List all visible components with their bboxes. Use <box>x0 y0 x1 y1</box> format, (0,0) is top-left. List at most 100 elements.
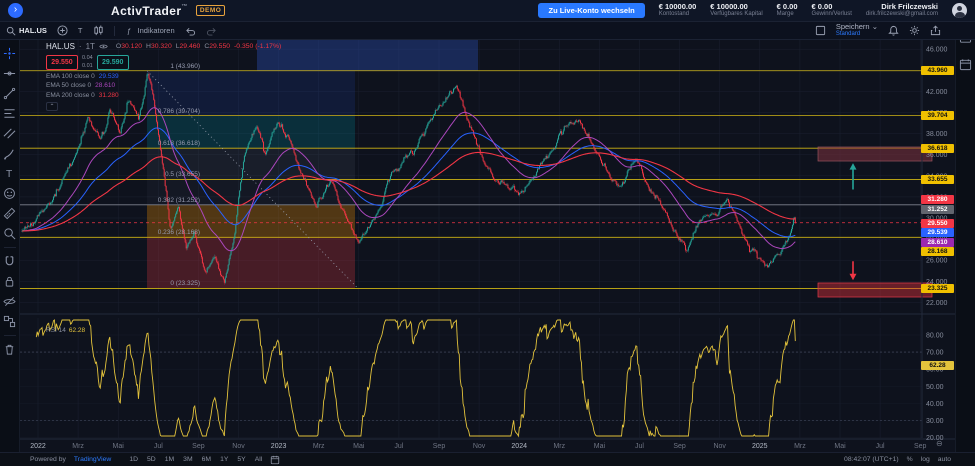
timeframe-button[interactable]: T <box>78 26 83 35</box>
svg-text:30.00: 30.00 <box>926 418 944 425</box>
settings-gear-icon[interactable] <box>909 25 920 36</box>
svg-text:T: T <box>6 169 12 180</box>
emoji-tool-icon[interactable] <box>3 187 16 200</box>
stat-balance: € 10000.00Kontostand <box>659 2 697 19</box>
price-axis-tag: 23.325 <box>921 284 954 293</box>
function-icon: ƒ <box>125 26 135 36</box>
sidebar-expand-button[interactable]: › <box>8 3 23 18</box>
percent-scale-toggle[interactable]: % <box>907 456 913 463</box>
undo-button[interactable] <box>185 26 196 36</box>
ohlc-readout: O30.120 H30.320 L29.460 C29.550 -0.350 (… <box>116 43 281 50</box>
range-1y[interactable]: 1Y <box>220 456 228 463</box>
text-tool-icon[interactable]: T <box>3 167 16 180</box>
svg-text:Mai: Mai <box>353 443 365 450</box>
plus-circle-icon <box>57 25 68 36</box>
range-selector: 1D 5D 1M 3M 6M 1Y 5Y All <box>129 456 262 463</box>
user-avatar-icon[interactable] <box>952 3 967 18</box>
svg-text:46.000: 46.000 <box>926 47 948 54</box>
measure-tool-icon[interactable] <box>3 207 16 220</box>
remove-drawings-trash-icon[interactable] <box>3 343 16 356</box>
range-3m[interactable]: 3M <box>183 456 192 463</box>
svg-text:Sep: Sep <box>673 443 686 450</box>
bottom-status-bar: Powered by TradingView 1D 5D 1M 3M 6M 1Y… <box>0 452 975 466</box>
drawing-tools-rail: T <box>0 40 20 452</box>
time-axis-settings-icon[interactable]: ⊖ <box>936 439 943 448</box>
magnet-tool-icon[interactable] <box>3 255 16 268</box>
sell-button[interactable]: 29.550 <box>46 55 78 70</box>
share-icon[interactable] <box>930 25 941 36</box>
horizontal-line-tool-icon[interactable] <box>3 67 16 80</box>
save-layout-button[interactable]: Speichern ⌄ Standard <box>836 23 878 38</box>
add-symbol-button[interactable] <box>57 25 68 36</box>
trend-line-tool-icon[interactable] <box>3 87 16 100</box>
svg-text:Sep: Sep <box>914 443 927 450</box>
legend-timeframe[interactable]: 1T <box>86 42 95 51</box>
svg-text:Nov: Nov <box>232 443 245 450</box>
legend-collapse-button[interactable]: ⌃ <box>46 102 58 111</box>
alert-bell-icon[interactable] <box>888 25 899 36</box>
calendar-icon[interactable] <box>959 58 972 71</box>
price-axis-tag: 31.252 <box>921 205 954 214</box>
indicator-legend-ema200[interactable]: EMA 200 close 031.280 <box>46 92 281 99</box>
layout-name: Standard <box>836 31 878 38</box>
svg-text:Mai: Mai <box>834 443 846 450</box>
rsi-legend[interactable]: RSI 1462.28 <box>46 327 85 334</box>
range-1d[interactable]: 1D <box>129 456 138 463</box>
svg-text:40.00: 40.00 <box>926 401 944 408</box>
legend-symbol[interactable]: HAL.US <box>46 42 75 51</box>
chart-toolbar: HAL.US T ƒ Indikatoren Speichern ⌄ Stand… <box>0 22 975 40</box>
price-axis-tag: 36.618 <box>921 144 954 153</box>
object-tree-icon[interactable] <box>3 315 16 328</box>
redo-button[interactable] <box>206 26 217 36</box>
crosshair-tool-icon[interactable] <box>3 47 16 60</box>
range-1m[interactable]: 1M <box>165 456 174 463</box>
hide-drawings-icon[interactable] <box>3 295 16 308</box>
chart-type-button[interactable] <box>93 25 104 36</box>
visibility-eye-icon[interactable] <box>99 42 108 51</box>
lock-drawings-icon[interactable] <box>3 275 16 288</box>
svg-text:Sep: Sep <box>433 443 446 450</box>
log-scale-toggle[interactable]: log <box>921 456 930 463</box>
redo-icon <box>206 26 217 36</box>
svg-text:Jul: Jul <box>876 443 885 450</box>
user-info[interactable]: Dirk Frilczewskidirk.frilczewski@gmail.c… <box>866 2 938 19</box>
svg-text:2022: 2022 <box>30 443 46 450</box>
go-to-date-icon[interactable] <box>270 455 280 465</box>
range-5d[interactable]: 5D <box>147 456 156 463</box>
indicator-legend-ema100[interactable]: EMA 100 close 029.539 <box>46 73 281 80</box>
fib-retracement-tool-icon[interactable] <box>3 107 16 120</box>
auto-scale-toggle[interactable]: auto <box>938 456 951 463</box>
switch-to-live-button[interactable]: Zu Live-Konto wechseln <box>538 3 644 18</box>
svg-text:Jul: Jul <box>394 443 403 450</box>
layout-grid-icon[interactable] <box>815 25 826 36</box>
range-6m[interactable]: 6M <box>202 456 211 463</box>
rail-divider <box>4 335 16 336</box>
buy-button[interactable]: 29.590 <box>97 55 129 70</box>
symbol-search[interactable]: HAL.US <box>6 26 47 36</box>
range-5y[interactable]: 5Y <box>237 456 245 463</box>
svg-text:Mrz: Mrz <box>553 443 565 450</box>
stat-margin: € 0.00Marge <box>777 2 798 19</box>
stat-available-capital: € 10000.00Verfügbares Kapital <box>710 2 762 19</box>
svg-text:2025: 2025 <box>752 443 768 450</box>
svg-text:70.00: 70.00 <box>926 350 944 357</box>
search-icon <box>6 26 16 36</box>
toolbar-divider <box>114 26 115 36</box>
price-axis-tag: 62.28 <box>921 361 954 370</box>
svg-text:38.000: 38.000 <box>926 131 948 138</box>
app-header: › ActivTrader™ DEMO Zu Live-Konto wechse… <box>0 0 975 22</box>
svg-text:Jul: Jul <box>154 443 163 450</box>
svg-text:80.00: 80.00 <box>926 333 944 340</box>
indicators-button[interactable]: ƒ Indikatoren <box>125 26 175 36</box>
svg-text:Mrz: Mrz <box>72 443 84 450</box>
svg-text:Sep: Sep <box>192 443 205 450</box>
tradingview-link[interactable]: TradingView <box>74 456 111 463</box>
svg-text:42.000: 42.000 <box>926 89 948 96</box>
channel-tool-icon[interactable] <box>3 127 16 140</box>
chart-area[interactable]: 46.00044.00042.00040.00038.00036.00034.0… <box>20 40 955 452</box>
zoom-tool-icon[interactable] <box>3 227 16 240</box>
price-axis-tag: 28.610 <box>921 238 954 247</box>
brush-tool-icon[interactable] <box>3 147 16 160</box>
range-all[interactable]: All <box>255 456 263 463</box>
indicator-legend-ema50[interactable]: EMA 50 close 028.610 <box>46 82 281 89</box>
